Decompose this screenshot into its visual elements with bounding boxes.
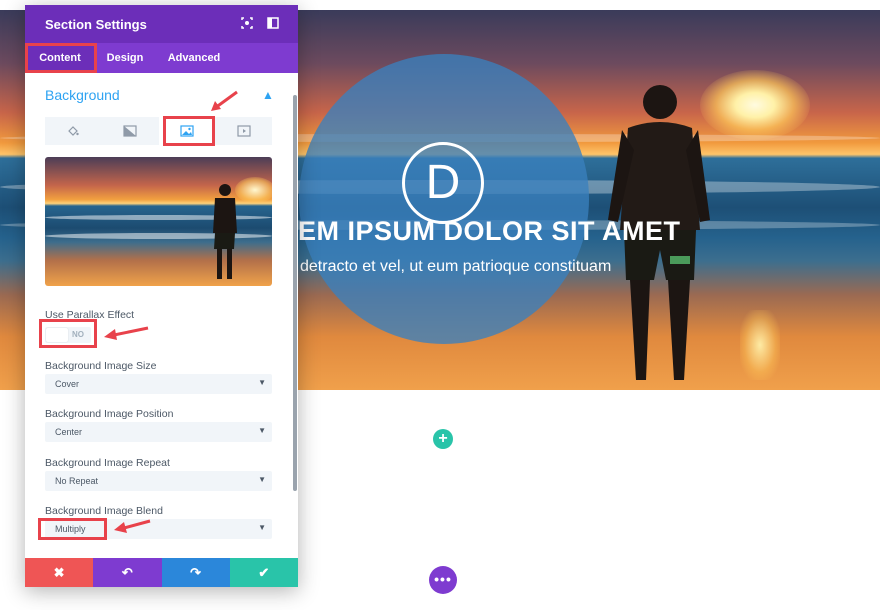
panel-header: Section Settings — [25, 5, 298, 43]
image-position-label: Background Image Position — [45, 408, 174, 420]
parallax-label: Use Parallax Effect — [45, 309, 135, 321]
dropdown-arrow-icon: ▼ — [258, 426, 266, 435]
section-title-background[interactable]: Background — [45, 87, 120, 103]
background-type-tabs — [45, 117, 272, 145]
redo-icon: ↷ — [190, 565, 202, 580]
divi-logo: D — [402, 142, 484, 224]
chevron-up-icon[interactable]: ▲ — [262, 88, 274, 102]
image-blend-select[interactable]: Multiply ▼ — [45, 519, 272, 539]
select-value: Multiply — [55, 524, 86, 534]
hero-title: EM IPSUM DOLOR SIT AMET — [298, 216, 681, 246]
background-image-preview[interactable] — [45, 157, 272, 286]
save-button[interactable]: ✔ — [229, 558, 298, 587]
select-value: Cover — [55, 379, 80, 389]
more-options-button[interactable]: ••• — [429, 566, 457, 594]
image-size-label: Background Image Size — [45, 360, 157, 372]
select-value: No Repeat — [55, 476, 99, 486]
screenshot-icon[interactable] — [240, 16, 254, 30]
toggle-state: NO — [72, 330, 84, 339]
image-repeat-label: Background Image Repeat — [45, 457, 170, 469]
image-icon[interactable] — [159, 117, 215, 145]
add-row-button[interactable]: + — [433, 429, 453, 449]
image-repeat-select[interactable]: No Repeat ▼ — [45, 471, 272, 491]
tab-advanced[interactable]: Advanced — [155, 43, 233, 73]
settings-tabs: Content Design Advanced — [25, 43, 298, 73]
undo-button[interactable]: ↶ — [93, 558, 162, 587]
preview-person — [213, 184, 237, 279]
redo-button[interactable]: ↷ — [161, 558, 230, 587]
sidebar-toggle-icon[interactable] — [266, 16, 280, 30]
hero-subtitle: detracto et vel, ut eum patrioque consti… — [300, 258, 612, 275]
annotation-arrow — [114, 519, 151, 533]
select-value: Center — [55, 427, 83, 437]
annotation-arrow — [104, 326, 149, 340]
paint-bucket-icon[interactable] — [45, 117, 101, 145]
close-icon: ✖ — [53, 565, 65, 580]
dropdown-arrow-icon: ▼ — [258, 475, 266, 484]
section-settings-panel: Section Settings Content Design Advanced… — [25, 5, 298, 587]
tab-content[interactable]: Content — [25, 43, 95, 73]
panel-footer: ✖ ↶ ↷ ✔ — [25, 558, 298, 587]
gradient-icon[interactable] — [102, 117, 158, 145]
parallax-toggle[interactable]: NO — [45, 327, 91, 343]
dropdown-arrow-icon: ▼ — [258, 523, 266, 532]
panel-title: Section Settings — [45, 17, 147, 32]
undo-icon: ↶ — [121, 565, 133, 580]
close-button[interactable]: ✖ — [25, 558, 94, 587]
image-position-select[interactable]: Center ▼ — [45, 422, 272, 442]
sun-reflection — [740, 310, 780, 380]
panel-scrollbar[interactable] — [293, 95, 297, 491]
check-icon: ✔ — [258, 565, 270, 580]
dropdown-arrow-icon: ▼ — [258, 378, 266, 387]
annotation-arrow — [211, 90, 238, 111]
toggle-knob — [46, 328, 68, 342]
preview-sun — [235, 177, 272, 203]
tab-design[interactable]: Design — [95, 43, 155, 73]
video-icon[interactable] — [216, 117, 272, 145]
image-size-select[interactable]: Cover ▼ — [45, 374, 272, 394]
